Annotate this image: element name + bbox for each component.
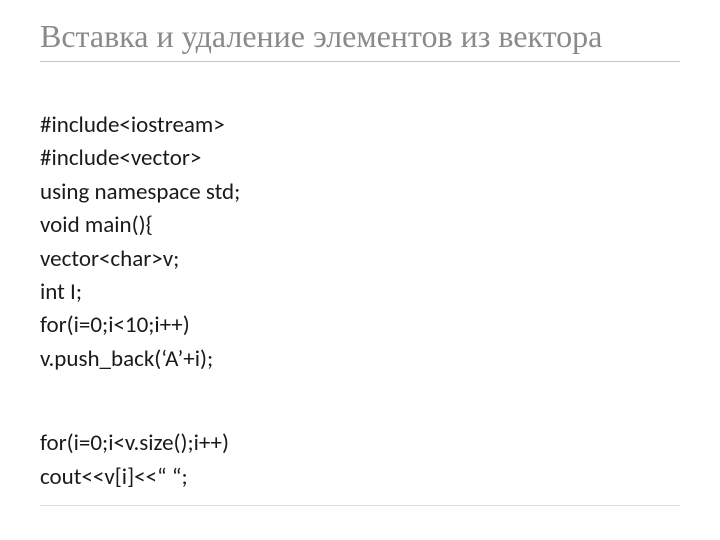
code-line: void main(){	[40, 211, 153, 239]
code-line: int I;	[40, 278, 82, 306]
footer-divider	[40, 505, 680, 506]
code-line: v.push_back(‘A’+i);	[40, 345, 213, 373]
slide: Вставка и удаление элементов из вектора …	[0, 0, 720, 540]
code-line: #include<vector>	[40, 144, 201, 172]
code-line: cout<<v[i]<<“ “;	[40, 463, 188, 491]
code-line: for(i=0;i<10;i++)	[40, 311, 190, 339]
code-blank-line	[40, 376, 680, 394]
code-line: using namespace std;	[40, 178, 240, 206]
code-block: #include<iostream> #include<vector> usin…	[40, 76, 680, 540]
code-blank-line	[40, 494, 680, 512]
slide-title: Вставка и удаление элементов из вектора	[40, 18, 680, 55]
code-line: #include<iostream>	[40, 111, 225, 139]
title-wrap: Вставка и удаление элементов из вектора	[40, 18, 680, 62]
code-line: for(i=0;i<v.size();i++)	[40, 429, 229, 457]
code-line: vector<char>v;	[40, 245, 179, 273]
